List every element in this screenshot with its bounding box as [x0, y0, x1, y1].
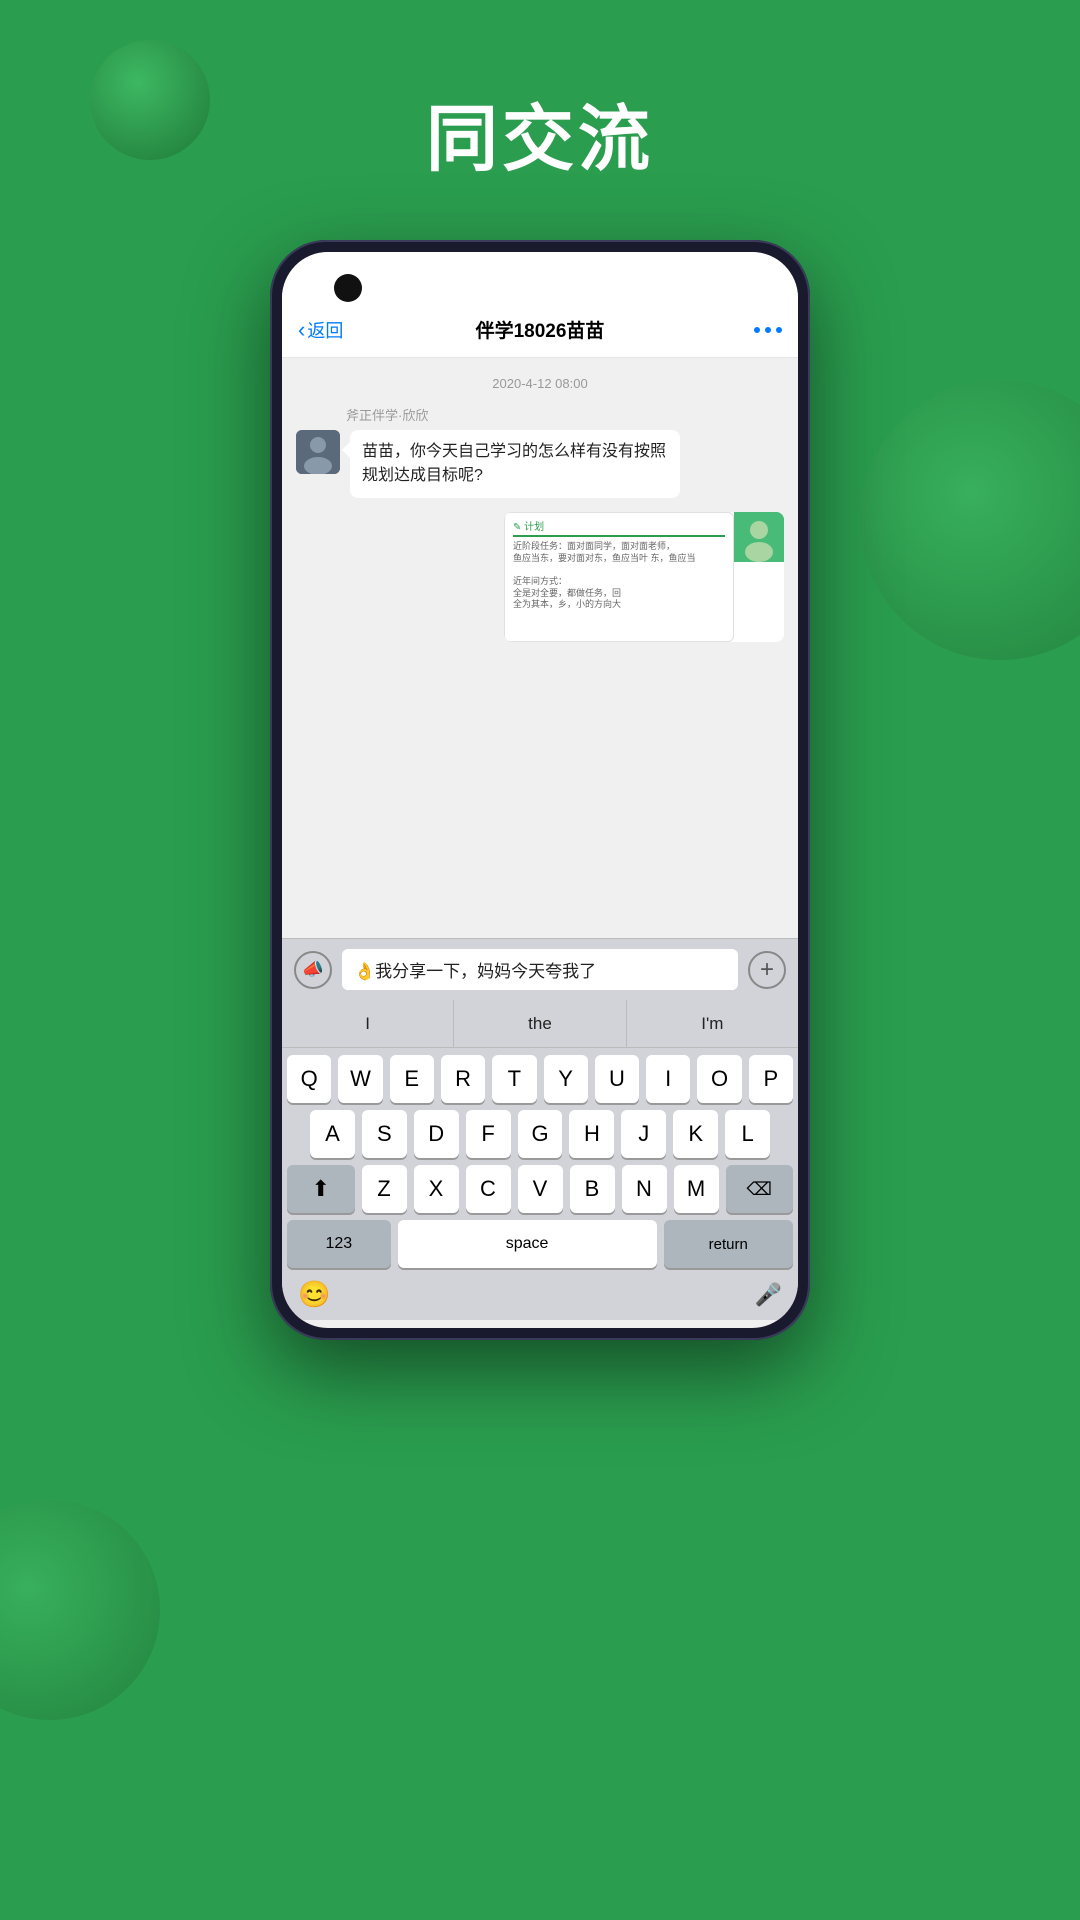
- key-U[interactable]: U: [595, 1055, 639, 1103]
- key-L[interactable]: L: [725, 1110, 770, 1158]
- key-V[interactable]: V: [518, 1165, 563, 1213]
- key-F[interactable]: F: [466, 1110, 511, 1158]
- key-123-label: 123: [325, 1235, 352, 1253]
- camera-hole: [334, 274, 362, 302]
- dot-icon: [776, 327, 782, 333]
- back-label: 返回: [307, 317, 343, 343]
- key-H[interactable]: H: [569, 1110, 614, 1158]
- input-bar: 📣 👌我分享一下，妈妈今天夸我了 +: [282, 938, 798, 1000]
- page-title: 同交流: [0, 80, 1080, 185]
- nav-title: 伴学18026苗苗: [476, 316, 605, 343]
- plus-icon: +: [760, 956, 774, 984]
- chat-area[interactable]: 2020-4-12 08:00 斧正伴学·欣欣: [282, 358, 798, 938]
- bg-circle-right: [860, 380, 1080, 660]
- key-space[interactable]: space: [398, 1220, 657, 1268]
- key-D[interactable]: D: [414, 1110, 459, 1158]
- key-123[interactable]: 123: [287, 1220, 391, 1268]
- key-E[interactable]: E: [390, 1055, 434, 1103]
- chat-content: 2020-4-12 08:00 斧正伴学·欣欣: [282, 358, 798, 938]
- shift-key[interactable]: ⬆: [287, 1165, 355, 1213]
- key-P[interactable]: P: [749, 1055, 793, 1103]
- key-J[interactable]: J: [621, 1110, 666, 1158]
- nav-more-button[interactable]: [754, 327, 782, 333]
- key-return[interactable]: return: [664, 1220, 793, 1268]
- message-text: 苗苗，你今天自己学习的怎么样有没有按照规划达成目标呢?: [362, 443, 666, 484]
- key-O[interactable]: O: [697, 1055, 741, 1103]
- key-N[interactable]: N: [622, 1165, 667, 1213]
- note-body-text: 近阶段任务：面对面同学，面对面老师， 鱼应当东，要对面对东，鱼应当叶 东，鱼应当…: [513, 541, 725, 611]
- predictive-bar: I the I'm: [282, 1000, 798, 1048]
- keyboard-bottom-bar: 😊 🎤: [282, 1272, 798, 1320]
- message-timestamp: 2020-4-12 08:00: [296, 376, 784, 391]
- predictive-item-3[interactable]: I'm: [627, 1000, 798, 1048]
- keyboard-row-1: Q W E R T Y U I O P: [282, 1048, 798, 1103]
- chevron-left-icon: ‹: [298, 317, 305, 343]
- avatar-left: [296, 430, 340, 474]
- key-return-label: return: [709, 1236, 748, 1253]
- dot-icon: [765, 327, 771, 333]
- key-R[interactable]: R: [441, 1055, 485, 1103]
- input-text: 👌我分享一下，妈妈今天夸我了: [354, 957, 596, 982]
- key-X[interactable]: X: [414, 1165, 459, 1213]
- message-row-left: 苗苗，你今天自己学习的怎么样有没有按照规划达成目标呢?: [296, 430, 784, 498]
- key-space-label: space: [506, 1235, 549, 1253]
- key-Z[interactable]: Z: [362, 1165, 407, 1213]
- delete-key[interactable]: ⌫: [726, 1165, 794, 1213]
- note-image-bubble[interactable]: ✎ 计划 近阶段任务：面对面同学，面对面老师， 鱼应当东，要对面对东，鱼应当叶 …: [504, 512, 784, 642]
- keyboard-row-3: ⬆ Z X C V B N M ⌫: [282, 1158, 798, 1213]
- emoji-key[interactable]: 😊: [298, 1279, 330, 1310]
- microphone-icon[interactable]: 🎤: [755, 1282, 782, 1308]
- nav-bar: ‹ 返回 伴学18026苗苗: [282, 302, 798, 358]
- keyboard-row-2: A S D F G H J K L: [282, 1103, 798, 1158]
- key-I[interactable]: I: [646, 1055, 690, 1103]
- key-G[interactable]: G: [518, 1110, 563, 1158]
- keyboard: Q W E R T Y U I O P A S D F G H J K: [282, 1048, 798, 1320]
- message-input[interactable]: 👌我分享一下，妈妈今天夸我了: [342, 949, 738, 990]
- note-title: ✎ 计划: [513, 521, 725, 537]
- keyboard-row-bottom: 123 space return: [282, 1213, 798, 1272]
- sender-label: 斧正伴学·欣欣: [346, 405, 784, 424]
- key-Y[interactable]: Y: [544, 1055, 588, 1103]
- key-C[interactable]: C: [466, 1165, 511, 1213]
- phone-frame: ‹ 返回 伴学18026苗苗 2020-4-12 08:00 斧正伴学·欣欣: [270, 240, 810, 1340]
- key-A[interactable]: A: [310, 1110, 355, 1158]
- key-S[interactable]: S: [362, 1110, 407, 1158]
- phone-screen: ‹ 返回 伴学18026苗苗 2020-4-12 08:00 斧正伴学·欣欣: [282, 252, 798, 1328]
- message-row-right: ✎ 计划 近阶段任务：面对面同学，面对面老师， 鱼应当东，要对面对东，鱼应当叶 …: [296, 512, 784, 642]
- message-bubble-left: 苗苗，你今天自己学习的怎么样有没有按照规划达成目标呢?: [350, 430, 680, 498]
- note-image-content: ✎ 计划 近阶段任务：面对面同学，面对面老师， 鱼应当东，要对面对东，鱼应当叶 …: [504, 512, 734, 642]
- voice-icon: 📣: [302, 959, 324, 980]
- predictive-item-1[interactable]: I: [282, 1000, 454, 1048]
- key-M[interactable]: M: [674, 1165, 719, 1213]
- voice-button[interactable]: 📣: [294, 951, 332, 989]
- predictive-item-2[interactable]: the: [454, 1000, 626, 1048]
- image-thumbnail: [734, 512, 784, 562]
- nav-back-button[interactable]: ‹ 返回: [298, 317, 343, 343]
- key-W[interactable]: W: [338, 1055, 382, 1103]
- dot-icon: [754, 327, 760, 333]
- key-B[interactable]: B: [570, 1165, 615, 1213]
- key-K[interactable]: K: [673, 1110, 718, 1158]
- key-T[interactable]: T: [492, 1055, 536, 1103]
- bg-circle-left: [0, 1500, 160, 1720]
- plus-button[interactable]: +: [748, 951, 786, 989]
- key-Q[interactable]: Q: [287, 1055, 331, 1103]
